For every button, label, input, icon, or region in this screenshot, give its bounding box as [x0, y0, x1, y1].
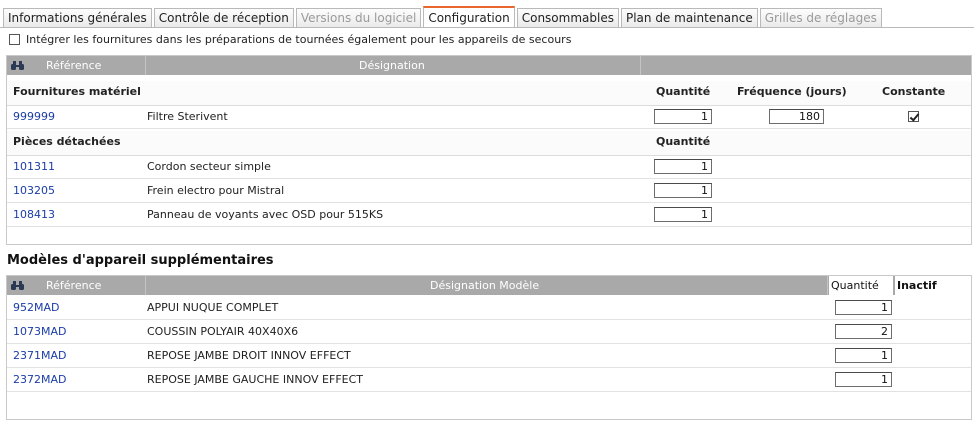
column-header-quantity[interactable]: Quantité — [829, 276, 893, 295]
tab-informations-generales[interactable]: Informations générales — [3, 8, 152, 28]
models-section-title: Modèles d'appareil supplémentaires — [7, 253, 274, 268]
emergency-devices-option: Intégrer les fournitures dans les prépar… — [9, 33, 571, 46]
table-row: 101311 Cordon secteur simple 1 — [7, 155, 971, 179]
piece-reference-link[interactable]: 103205 — [13, 179, 55, 202]
models-grid-header: Référence Désignation Modèle Quantité In… — [7, 276, 971, 295]
tab-versions-logiciel: Versions du logiciel — [295, 8, 422, 28]
quantity-input[interactable]: 1 — [654, 183, 712, 198]
column-separator — [145, 276, 146, 295]
materiel-constant-header: Constante — [882, 85, 946, 98]
materiel-section-title: Fournitures matériel — [13, 85, 141, 98]
quantity-input[interactable]: 1 — [654, 109, 712, 124]
column-header-reference[interactable]: Référence — [46, 56, 101, 75]
tab-divider — [0, 27, 974, 28]
quantity-input[interactable]: 1 — [654, 207, 712, 222]
supply-reference-link[interactable]: 999999 — [13, 105, 55, 128]
piece-designation: Cordon secteur simple — [147, 160, 271, 173]
table-row: 1073MAD COUSSIN POLYAIR 40X40X6 2 — [7, 320, 971, 344]
binoculars-icon — [11, 281, 24, 290]
emergency-devices-label: Intégrer les fournitures dans les prépar… — [26, 33, 572, 46]
table-row: 2371MAD REPOSE JAMBE DROIT INNOV EFFECT … — [7, 344, 971, 368]
quantity-input[interactable]: 2 — [835, 324, 892, 339]
quantity-input[interactable]: 1 — [835, 348, 892, 363]
column-separator — [640, 56, 641, 75]
pieces-quantity-header: Quantité — [656, 135, 711, 148]
model-designation: COUSSIN POLYAIR 40X40X6 — [147, 325, 299, 338]
tab-plan-maintenance[interactable]: Plan de maintenance — [620, 8, 758, 28]
table-row: 103205 Frein electro pour Mistral 1 — [7, 179, 971, 203]
supply-designation: Filtre Sterivent — [147, 110, 228, 123]
materiel-section-header: Fournitures matériel Quantité Fréquence … — [7, 81, 971, 106]
model-designation: APPUI NUQUE COMPLET — [147, 301, 279, 314]
column-header-designation[interactable]: Désignation — [359, 56, 425, 75]
quantity-input[interactable]: 1 — [835, 300, 892, 315]
table-row: 999999 Filtre Sterivent 1 180 — [7, 105, 971, 129]
model-designation: REPOSE JAMBE DROIT INNOV EFFECT — [147, 349, 351, 362]
constant-checkbox[interactable] — [908, 111, 919, 122]
column-header-designation-modele[interactable]: Désignation Modèle — [430, 276, 539, 295]
pieces-section-header: Pièces détachées Quantité — [7, 131, 971, 156]
tab-controle-reception[interactable]: Contrôle de réception — [153, 8, 294, 28]
model-reference-link[interactable]: 2371MAD — [13, 344, 66, 367]
model-reference-link[interactable]: 2372MAD — [13, 368, 66, 391]
table-row: 2372MAD REPOSE JAMBE GAUCHE INNOV EFFECT… — [7, 368, 971, 392]
piece-reference-link[interactable]: 101311 — [13, 155, 55, 178]
materiel-quantity-header: Quantité — [656, 85, 711, 98]
table-row: 108413 Panneau de voyants avec OSD pour … — [7, 203, 971, 227]
materiel-frequency-header: Fréquence (jours) — [737, 85, 847, 98]
column-separator — [827, 276, 828, 295]
tab-bar: Informations générales Contrôle de récep… — [3, 6, 884, 28]
quantity-input[interactable]: 1 — [654, 159, 712, 174]
piece-reference-link[interactable]: 108413 — [13, 203, 55, 226]
emergency-devices-checkbox[interactable] — [9, 34, 20, 45]
frequency-input[interactable]: 180 — [769, 109, 824, 124]
pieces-section-title: Pièces détachées — [13, 135, 121, 148]
model-reference-link[interactable]: 1073MAD — [13, 320, 66, 343]
column-header-reference[interactable]: Référence — [46, 276, 101, 295]
model-reference-link[interactable]: 952MAD — [13, 296, 59, 319]
binoculars-icon — [11, 61, 24, 70]
tab-grilles-reglages: Grilles de réglages — [759, 8, 882, 28]
quantity-input[interactable]: 1 — [835, 372, 892, 387]
piece-designation: Frein electro pour Mistral — [147, 184, 285, 197]
models-grid: Référence Désignation Modèle Quantité In… — [6, 275, 972, 420]
piece-designation: Panneau de voyants avec OSD pour 515KS — [147, 208, 384, 221]
tab-configuration[interactable]: Configuration — [423, 6, 515, 28]
model-designation: REPOSE JAMBE GAUCHE INNOV EFFECT — [147, 373, 364, 386]
table-row: 952MAD APPUI NUQUE COMPLET 1 — [7, 296, 971, 320]
column-header-inactive[interactable]: Inactif — [895, 276, 971, 295]
supplies-grid-header: Référence Désignation — [7, 56, 971, 75]
supplies-grid: Référence Désignation Fournitures matéri… — [6, 55, 972, 245]
tab-consommables[interactable]: Consommables — [516, 8, 619, 28]
column-separator — [145, 56, 146, 75]
